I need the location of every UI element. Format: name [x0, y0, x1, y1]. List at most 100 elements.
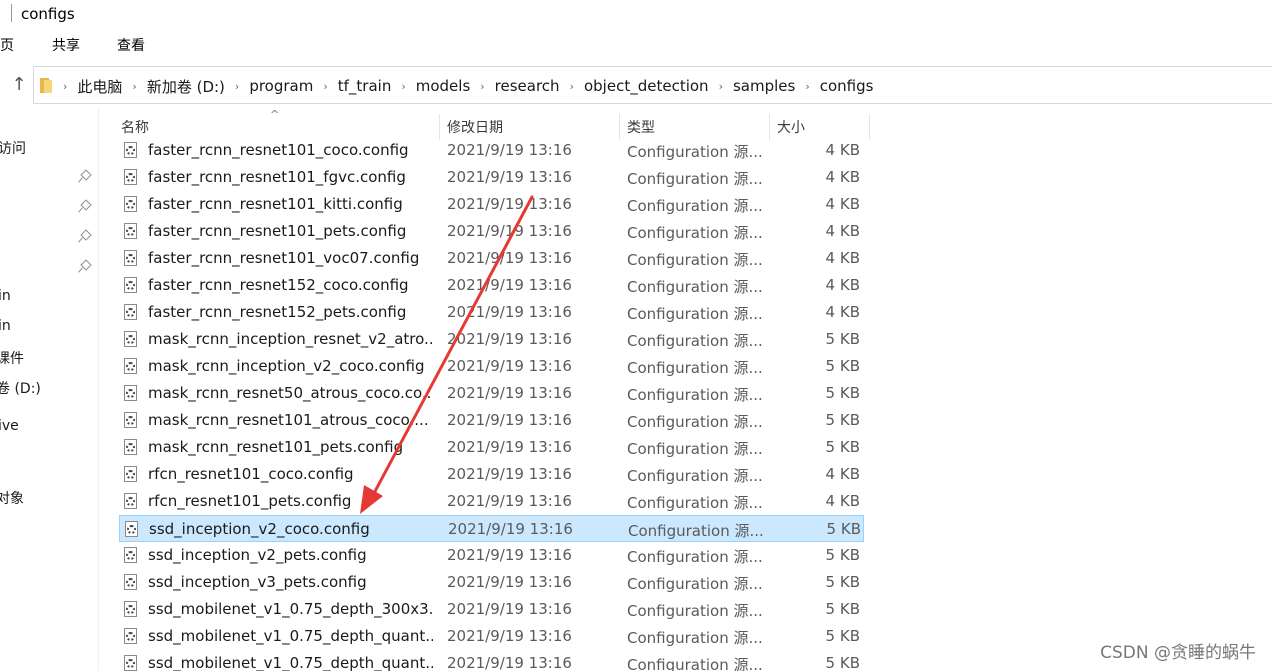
file-date: 2021/9/19 13:16 [447, 411, 572, 429]
file-row[interactable]: ssd_inception_v2_pets.config 2021/9/19 13… [119, 542, 864, 569]
chevron-right-icon[interactable]: › [132, 80, 136, 93]
file-row[interactable]: ssd_mobilenet_v1_0.75_depth_300x3... 2021… [119, 596, 864, 623]
file-size: 5 KB [825, 546, 860, 564]
tab-view[interactable]: 查看 [117, 35, 145, 55]
chevron-right-icon[interactable]: › [805, 80, 809, 93]
file-row[interactable]: faster_rcnn_resnet101_kitti.config 2021/9… [119, 191, 864, 218]
nav-item-quick-access[interactable]: 访问 [0, 138, 26, 158]
address-bar[interactable]: › 此电脑 › 新加卷 (D:) › program › tf_train › models › re… [33, 66, 1272, 104]
file-size: 4 KB [825, 141, 860, 159]
column-date[interactable]: 修改日期 [439, 108, 619, 140]
file-name: rfcn_resnet101_coco.config [148, 465, 354, 483]
config-file-icon [125, 521, 140, 537]
file-type: Configuration 源... [627, 548, 763, 566]
config-file-icon [124, 628, 139, 644]
file-name: ssd_mobilenet_v1_0.75_depth_300x3... [148, 600, 433, 618]
file-name: faster_rcnn_resnet101_voc07.config [148, 249, 420, 267]
file-date: 2021/9/19 13:16 [447, 222, 572, 240]
tab-share[interactable]: 共享 [52, 35, 80, 55]
breadcrumb-item[interactable]: 新加卷 (D:) [147, 76, 225, 97]
file-name: ssd_inception_v2_coco.config [149, 520, 370, 538]
chevron-right-icon[interactable]: › [323, 80, 327, 93]
column-divider[interactable] [869, 114, 870, 140]
pin-icon[interactable] [78, 199, 92, 214]
breadcrumb-item[interactable]: tf_train [338, 77, 392, 95]
tab-home[interactable]: 主页 [0, 35, 14, 55]
file-size: 5 KB [825, 438, 860, 456]
title-bar: configs [0, 0, 1272, 30]
file-type: Configuration 源... [627, 143, 763, 161]
column-type[interactable]: 类型 [619, 108, 769, 140]
pin-icon[interactable] [78, 259, 92, 274]
file-size: 4 KB [825, 492, 860, 510]
file-row[interactable]: faster_rcnn_resnet101_pets.config 2021/9/… [119, 218, 864, 245]
file-name: ssd_mobilenet_v1_0.75_depth_quant... [148, 654, 433, 671]
file-size: 4 KB [825, 276, 860, 294]
column-size[interactable]: 大小 [769, 108, 869, 140]
file-row-selected[interactable]: ssd_inception_v2_coco.config 2021/9/19 13… [119, 515, 864, 542]
pin-icon[interactable] [78, 169, 92, 184]
file-type: Configuration 源... [627, 494, 763, 512]
file-date: 2021/9/19 13:16 [447, 330, 572, 348]
chevron-right-icon[interactable]: › [719, 80, 723, 93]
nav-item-courseware[interactable]: 课件 [0, 348, 24, 368]
chevron-right-icon[interactable]: › [570, 80, 574, 93]
file-row[interactable]: mask_rcnn_resnet101_atrous_coco.... 2021/… [119, 407, 864, 434]
file-row[interactable]: faster_rcnn_resnet101_voc07.config 2021/9… [119, 245, 864, 272]
file-row[interactable]: rfcn_resnet101_pets.config 2021/9/19 13:1… [119, 488, 864, 515]
breadcrumb-item[interactable]: models [416, 77, 471, 95]
file-row[interactable]: ssd_inception_v3_pets.config 2021/9/19 13… [119, 569, 864, 596]
file-size: 4 KB [825, 249, 860, 267]
file-type: Configuration 源... [627, 386, 763, 404]
file-row[interactable]: faster_rcnn_resnet152_coco.config 2021/9/… [119, 272, 864, 299]
config-file-icon [124, 385, 139, 401]
window-title: configs [21, 5, 75, 23]
nav-item-3d-objects[interactable]: 对象 [0, 488, 24, 508]
config-file-icon [124, 223, 139, 239]
breadcrumb-item[interactable]: program [249, 77, 313, 95]
breadcrumb-item[interactable]: configs [820, 77, 874, 95]
file-row[interactable]: faster_rcnn_resnet101_coco.config 2021/9/… [119, 137, 864, 164]
chevron-right-icon[interactable]: › [480, 80, 484, 93]
file-row[interactable]: ssd_mobilenet_v1_0.75_depth_quant... 2021… [119, 623, 864, 650]
breadcrumb-item[interactable]: samples [733, 77, 795, 95]
column-name[interactable]: 名称 [113, 108, 439, 140]
file-row[interactable]: faster_rcnn_resnet101_fgvc.config 2021/9/… [119, 164, 864, 191]
file-name: rfcn_resnet101_pets.config [148, 492, 352, 510]
file-size: 5 KB [826, 520, 861, 538]
nav-item-drive-d[interactable]: 卷 (D:) [0, 378, 41, 398]
file-type: Configuration 源... [627, 656, 763, 671]
chevron-right-icon[interactable]: › [401, 80, 405, 93]
address-row: ↑ › 此电脑 › 新加卷 (D:) › program › tf_train › models ›… [0, 66, 1272, 106]
file-row[interactable]: mask_rcnn_resnet50_atrous_coco.co... 2021… [119, 380, 864, 407]
file-row[interactable]: mask_rcnn_inception_resnet_v2_atro... 202… [119, 326, 864, 353]
nav-item-onedrive[interactable]: ive [0, 418, 19, 434]
chevron-right-icon[interactable]: › [63, 80, 67, 93]
file-type: Configuration 源... [627, 197, 763, 215]
config-file-icon [124, 277, 139, 293]
file-date: 2021/9/19 13:16 [447, 276, 572, 294]
breadcrumb-item[interactable]: object_detection [584, 77, 709, 95]
file-row[interactable]: mask_rcnn_resnet101_pets.config 2021/9/19… [119, 434, 864, 461]
file-date: 2021/9/19 13:16 [447, 600, 572, 618]
file-row[interactable]: rfcn_resnet101_coco.config 2021/9/19 13:1… [119, 461, 864, 488]
up-arrow-icon[interactable]: ↑ [8, 74, 30, 96]
pin-icon[interactable] [78, 229, 92, 244]
file-row[interactable]: faster_rcnn_resnet152_pets.config 2021/9/… [119, 299, 864, 326]
file-size: 5 KB [825, 411, 860, 429]
breadcrumb-item[interactable]: 此电脑 [77, 76, 122, 97]
file-size: 4 KB [825, 168, 860, 186]
file-type: Configuration 源... [627, 440, 763, 458]
nav-item-tf-train-2[interactable]: in [0, 318, 11, 334]
file-date: 2021/9/19 13:16 [447, 465, 572, 483]
chevron-right-icon[interactable]: › [235, 80, 239, 93]
file-date: 2021/9/19 13:16 [447, 438, 572, 456]
file-type: Configuration 源... [628, 522, 764, 540]
pane-divider[interactable] [98, 108, 99, 671]
file-name: faster_rcnn_resnet101_coco.config [148, 141, 409, 159]
nav-item-tf-train[interactable]: in [0, 288, 11, 304]
file-row[interactable]: mask_rcnn_inception_v2_coco.config 2021/9… [119, 353, 864, 380]
config-file-icon [124, 574, 139, 590]
breadcrumb-item[interactable]: research [495, 77, 560, 95]
file-row[interactable]: ssd_mobilenet_v1_0.75_depth_quant... 2021… [119, 650, 864, 671]
